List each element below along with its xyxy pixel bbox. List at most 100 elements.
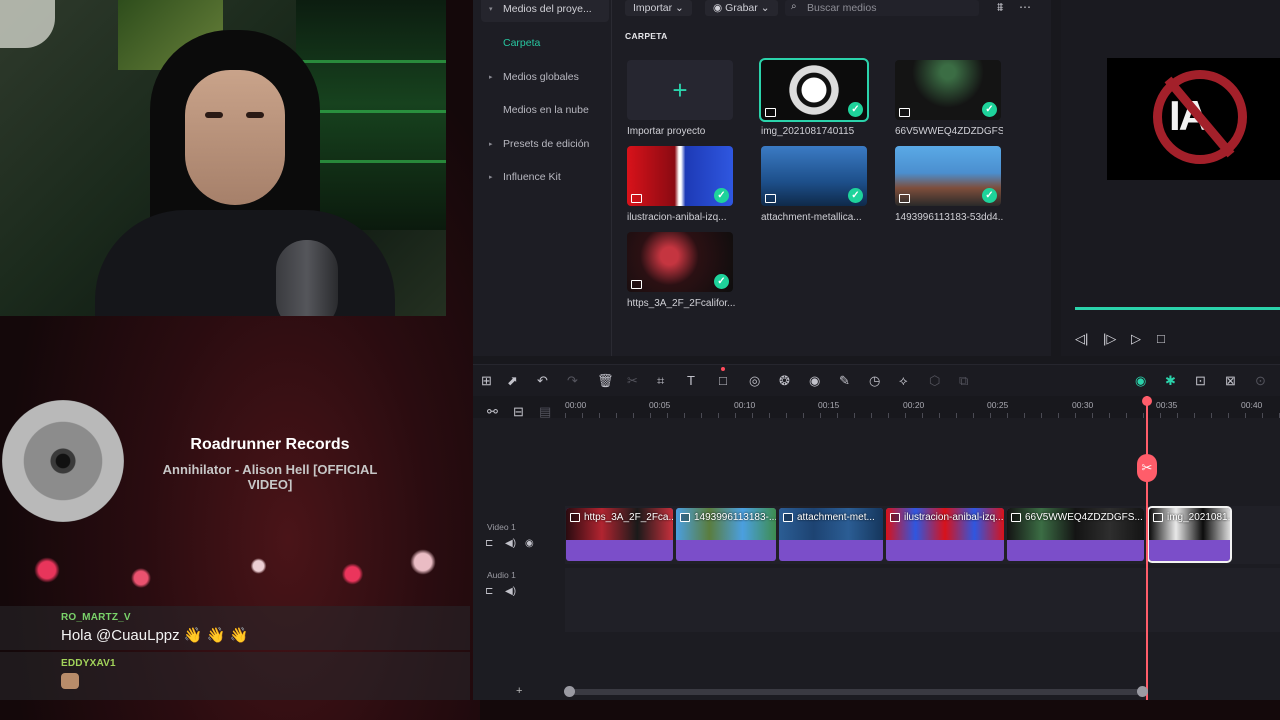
grid-icon[interactable]: ⊞ — [481, 373, 492, 389]
check-icon: ✓ — [714, 188, 729, 203]
timeline-clip[interactable]: https_3A_2F_2Fca... — [566, 508, 673, 561]
snapshot-icon[interactable]: ⊠ — [1225, 373, 1236, 389]
speaker-icon[interactable]: ◀) — [505, 538, 516, 549]
settings-icon[interactable]: ⊙ — [1255, 373, 1266, 389]
add-icon: + — [627, 60, 733, 120]
scrollbar-end-handle[interactable] — [1137, 686, 1148, 697]
undo-icon[interactable]: ↶ — [537, 373, 548, 389]
caret-right-icon: ▸ — [489, 174, 493, 181]
record-indicator-icon — [721, 367, 725, 371]
previous-frame-icon[interactable]: ◁| — [1075, 331, 1088, 347]
timeline-clip[interactable]: 66V5WWEQ4ZDZDGFS... — [1007, 508, 1144, 561]
chevron-down-icon: ⌄ — [760, 2, 770, 14]
caret-right-icon: ▸ — [489, 74, 493, 81]
timeline-ruler[interactable]: 00:00 00:05 00:10 00:15 00:20 00:25 00:3… — [565, 398, 1280, 418]
record-button[interactable]: ◉ Grabar ⌄ — [705, 0, 778, 16]
sidebar-item-influence-kit[interactable]: ▸ Influence Kit — [481, 164, 609, 190]
timeline-toolbar: ⊞ ⬈ ↶ ↷ 🗑 ✂ ⌗ T □ ◎ ❂ ◉ ✎ ◷ ⟡ ⬡ ⧉ ◉ ✱ ⊡ … — [473, 364, 1280, 396]
media-sidebar: ▾ Medios del proye... Carpeta ▸ Medios g… — [481, 0, 611, 356]
playhead-handle[interactable] — [1142, 396, 1152, 406]
media-item[interactable]: ✓ ilustracion-anibal-izq... — [627, 146, 735, 223]
sidebar-item-cloud-media[interactable]: Medios en la nube — [481, 97, 609, 123]
delete-icon[interactable]: 🗑 — [597, 373, 614, 389]
sidebar-item-project-media[interactable]: ▾ Medios del proye... — [481, 0, 609, 22]
image-icon — [765, 108, 776, 117]
preview-screen: IA — [1107, 58, 1280, 180]
media-thumbnail: ✓ — [895, 60, 1001, 120]
video-track-label: Video 1 — [487, 522, 516, 532]
media-search-input[interactable]: ⌕ Buscar medios — [785, 0, 979, 16]
stop-icon[interactable]: □ — [1157, 331, 1165, 346]
group-icon[interactable]: ⧉ — [959, 373, 968, 389]
webcam-feed — [0, 0, 446, 316]
folder-heading: CARPETA — [625, 31, 668, 41]
timeline-clip[interactable]: attachment-met... — [779, 508, 883, 561]
media-thumbnail: ✓ — [627, 146, 733, 206]
timeline-clip[interactable]: 1493996113183-... — [676, 508, 776, 561]
timeline-clip-selected[interactable]: img_2021081... — [1147, 506, 1232, 563]
sidebar-item-edit-presets[interactable]: ▸ Presets de edición — [481, 131, 609, 157]
media-thumbnail: ✓ — [895, 146, 1001, 206]
audio-track-label: Audio 1 — [487, 570, 516, 580]
media-item[interactable]: ✓ https_3A_2F_2Fcalifor... — [627, 232, 735, 309]
import-project-tile[interactable]: + Importar proyecto — [627, 60, 735, 137]
chat-username: EDDYXAV1 — [61, 658, 116, 669]
image-icon — [899, 194, 910, 203]
ai-effect-icon[interactable]: ◉ — [809, 373, 820, 389]
media-item[interactable]: ✓ img_2021081740115 — [759, 58, 869, 137]
check-icon: ✓ — [848, 188, 863, 203]
eye-icon[interactable]: ◉ — [525, 538, 534, 549]
timeline-scrollbar[interactable] — [568, 689, 1144, 695]
record-screen-icon[interactable]: □ — [719, 373, 727, 388]
next-frame-icon[interactable]: |▷ — [1103, 331, 1116, 347]
playhead[interactable] — [1146, 396, 1148, 700]
media-item[interactable]: ✓ 1493996113183-53dd4... — [895, 146, 1003, 223]
snap-icon[interactable]: ✱ — [1165, 373, 1176, 389]
check-icon: ✓ — [982, 102, 997, 117]
media-item[interactable]: ✓ 66V5WWEQ4ZDZDGFS... — [895, 60, 1003, 137]
check-icon: ✓ — [714, 274, 729, 289]
more-options-icon[interactable]: ⋯ — [1019, 0, 1031, 14]
edit-icon[interactable]: ✎ — [839, 373, 850, 389]
effects-icon[interactable]: ◎ — [749, 373, 760, 389]
chat-message: RO_MARTZ_V Hola @CuauLppz 👋 👋 👋 — [0, 606, 470, 650]
now-playing-widget: Roadrunner Records Annihilator - Alison … — [0, 400, 470, 530]
folder-icon[interactable]: ⊏ — [485, 538, 493, 549]
split-scissors-icon[interactable]: ✂ — [1137, 454, 1157, 482]
scrollbar-start-handle[interactable] — [564, 686, 575, 697]
record-icon: ◉ — [713, 2, 723, 14]
tag-icon[interactable]: ⟡ — [899, 373, 908, 389]
image-icon — [1153, 513, 1163, 522]
caret-down-icon: ▾ — [489, 6, 493, 13]
add-track-plus-icon[interactable]: + — [516, 685, 522, 697]
filter-icon[interactable]: ⩩ — [997, 0, 1003, 15]
keyframe-icon[interactable]: ⬡ — [929, 373, 940, 389]
timeline-clip[interactable]: ilustracion-anibal-izq... — [886, 508, 1004, 561]
text-icon[interactable]: T — [687, 373, 695, 388]
background-lights — [0, 530, 470, 610]
media-item[interactable]: ✓ attachment-metallica... — [761, 146, 869, 223]
redo-icon[interactable]: ↷ — [567, 373, 578, 389]
speed-icon[interactable]: ◷ — [869, 373, 880, 389]
preview-progress-bar[interactable] — [1075, 307, 1280, 310]
chat-username: RO_MARTZ_V — [61, 612, 131, 623]
microphone — [276, 240, 338, 316]
import-button[interactable]: Importar ⌄ — [625, 0, 692, 16]
cut-icon[interactable]: ✂ — [627, 373, 638, 389]
chat-message: EDDYXAV1 — [0, 652, 470, 700]
media-thumbnail: ✓ — [761, 146, 867, 206]
ai-toggle-icon[interactable]: ◉ — [1135, 373, 1146, 389]
speaker-icon[interactable]: ◀) — [505, 586, 516, 597]
play-icon[interactable]: ▷ — [1131, 331, 1141, 347]
sidebar-item-global-media[interactable]: ▸ Medios globales — [481, 64, 609, 90]
sidebar-item-folder[interactable]: Carpeta — [481, 30, 609, 56]
crop-icon[interactable]: ⌗ — [657, 373, 664, 389]
render-preview-icon[interactable]: ⊡ — [1195, 373, 1206, 389]
image-icon — [890, 513, 900, 522]
chat-overlay: RO_MARTZ_V Hola @CuauLppz 👋 👋 👋 EDDYXAV1 — [0, 606, 470, 702]
now-playing-subtitle: Annihilator - Alison Hell [OFFICIAL VIDE… — [162, 462, 378, 492]
now-playing-title: Roadrunner Records — [190, 436, 350, 453]
folder-icon[interactable]: ⊏ — [485, 586, 493, 597]
select-tool-icon[interactable]: ⬈ — [507, 373, 518, 389]
color-icon[interactable]: ❂ — [779, 373, 790, 389]
